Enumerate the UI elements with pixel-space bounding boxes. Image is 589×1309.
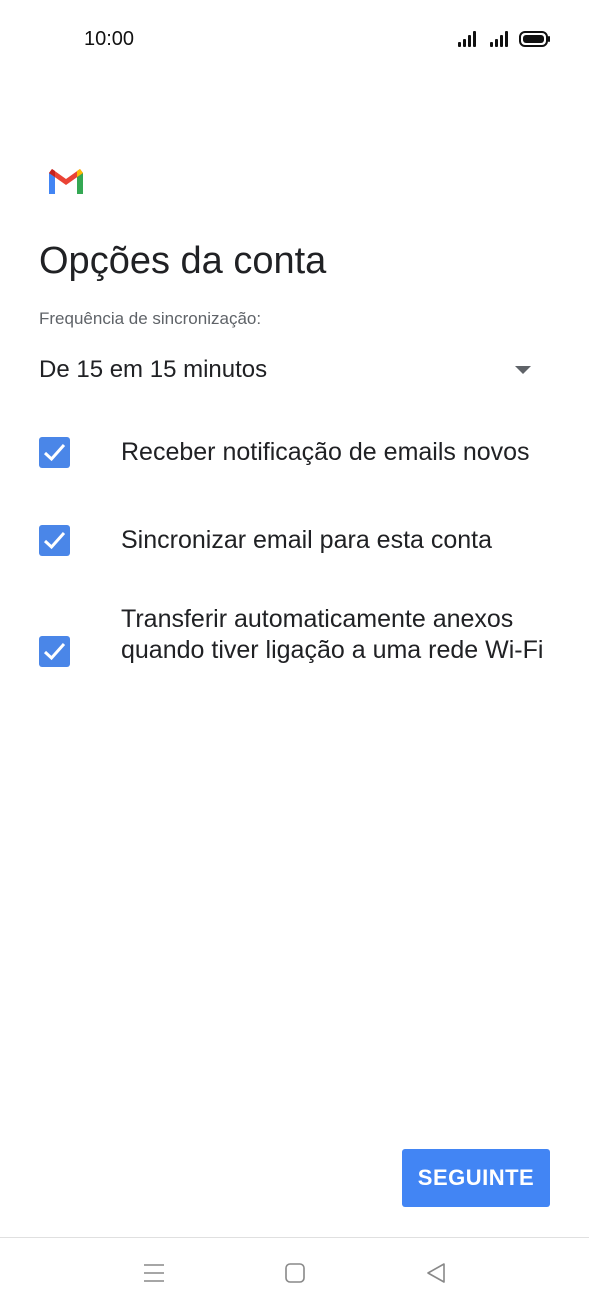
option-label: Receber notificação de emails novos	[121, 438, 530, 466]
page-title: Opções da conta	[39, 240, 327, 282]
option-label: Transferir automaticamente anexos quando…	[121, 605, 544, 664]
screen: 10:00 Opções da conta Frequência de sinc…	[0, 0, 589, 1309]
option-new-email-notification[interactable]: Receber notificação de emails novos	[39, 436, 559, 476]
home-icon[interactable]	[284, 1262, 306, 1284]
option-label: Sincronizar email para esta conta	[121, 526, 493, 554]
signal-icon	[490, 31, 508, 47]
status-icons	[458, 31, 550, 47]
next-button[interactable]: SEGUINTE	[402, 1149, 550, 1207]
menu-icon[interactable]	[143, 1262, 165, 1284]
dropdown-arrow-icon	[515, 366, 531, 374]
sync-frequency-dropdown[interactable]: De 15 em 15 minutos	[39, 350, 539, 390]
signal-icon	[458, 31, 476, 47]
checkbox-checked-icon[interactable]	[39, 525, 70, 556]
checkbox-checked-icon[interactable]	[39, 636, 70, 667]
sync-frequency-value: De 15 em 15 minutos	[39, 356, 268, 383]
option-auto-download-attachments[interactable]: Transferir automaticamente anexos quando…	[39, 604, 559, 700]
option-sync-email[interactable]: Sincronizar email para esta conta	[39, 524, 559, 564]
battery-icon	[519, 31, 550, 47]
back-icon[interactable]	[425, 1262, 447, 1284]
gmail-logo-icon	[49, 169, 83, 194]
status-time: 10:00	[84, 28, 135, 50]
nav-divider	[0, 1237, 589, 1238]
checkbox-checked-icon[interactable]	[39, 437, 70, 468]
sync-frequency-label: Frequência de sincronização:	[39, 309, 262, 328]
